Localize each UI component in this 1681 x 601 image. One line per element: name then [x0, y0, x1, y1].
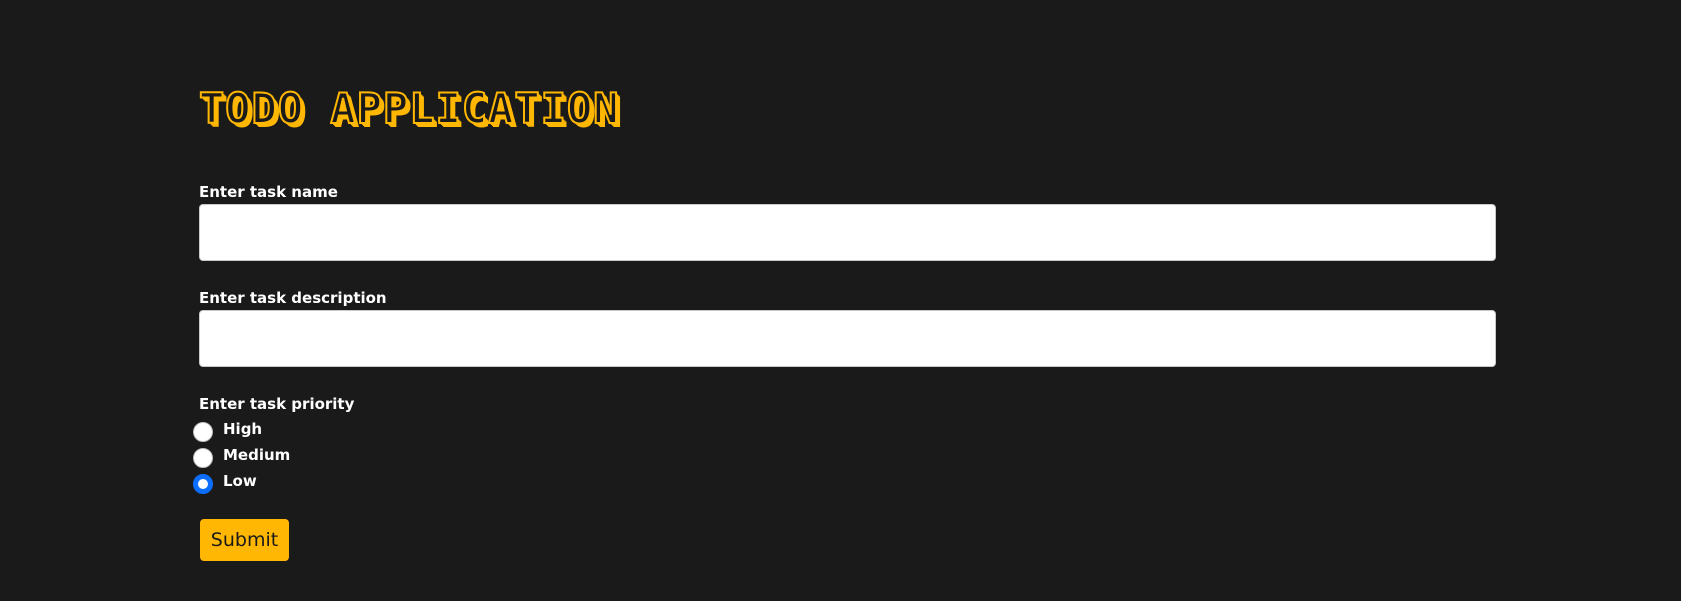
priority-high-radio[interactable] — [193, 422, 213, 442]
priority-low-label: Low — [223, 472, 257, 490]
priority-high-label: High — [223, 420, 263, 438]
task-description-label: Enter task description — [199, 289, 387, 307]
priority-option-medium[interactable]: Medium — [193, 446, 290, 470]
priority-medium-radio[interactable] — [193, 448, 213, 468]
priority-medium-label: Medium — [223, 446, 291, 464]
priority-option-low[interactable]: Low — [193, 472, 257, 496]
task-name-label: Enter task name — [199, 183, 338, 201]
task-name-input[interactable] — [199, 204, 1496, 261]
task-description-input[interactable] — [199, 310, 1496, 367]
priority-low-radio[interactable] — [193, 474, 213, 494]
todo-page: TODO APPLICATION Enter task name Enter t… — [0, 0, 1681, 601]
submit-button[interactable]: Submit — [200, 519, 289, 561]
priority-option-high[interactable]: High — [193, 420, 262, 444]
task-priority-label: Enter task priority — [199, 395, 355, 413]
page-title: TODO APPLICATION — [198, 83, 620, 134]
